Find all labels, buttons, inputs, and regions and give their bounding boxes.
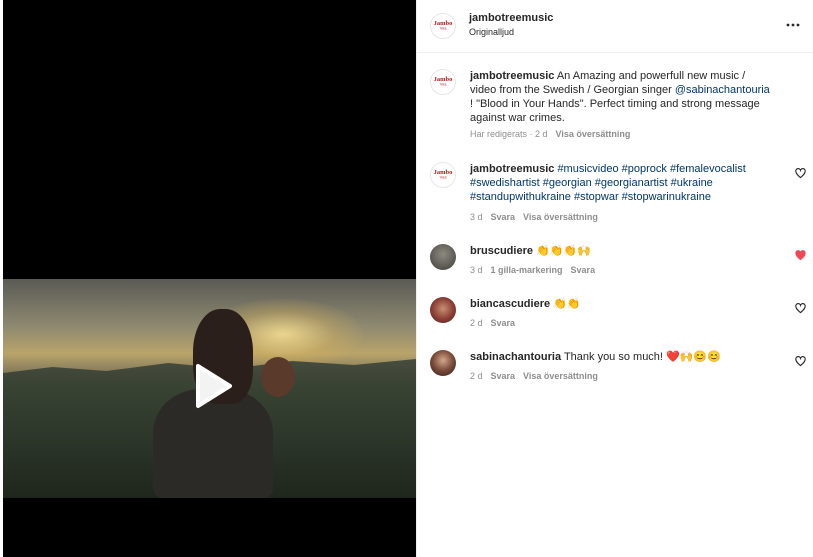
play-icon xyxy=(196,364,232,408)
reply-button[interactable]: Svara xyxy=(491,212,516,222)
caption-meta: Har redigerats · 2 d Visa översättning xyxy=(470,129,630,139)
comment-meta: 2 d Svara Visa översättning xyxy=(470,371,598,381)
mention-link[interactable]: @sabinachantouria xyxy=(675,84,770,96)
original-audio-link[interactable]: Originalljud xyxy=(469,27,514,37)
comment-username[interactable]: sabinachantouria xyxy=(470,351,561,363)
heart-icon xyxy=(795,356,806,367)
avatar[interactable] xyxy=(430,350,456,376)
hashtag-link[interactable]: #stopwarinukraine xyxy=(622,191,711,203)
like-button[interactable] xyxy=(795,250,806,261)
avatar[interactable] xyxy=(430,297,456,323)
svg-text:TREE: TREE xyxy=(439,176,447,180)
heart-icon xyxy=(795,168,806,179)
comment-body: Thank you so much! ❤️🙌😊😊 xyxy=(563,351,721,363)
comment-meta: 3 d 1 gilla-markering Svara xyxy=(470,265,595,275)
like-button[interactable] xyxy=(795,303,806,314)
translate-button[interactable]: Visa översättning xyxy=(556,129,631,139)
more-options-button[interactable] xyxy=(785,18,801,32)
comment-text: biancascudiere 👏👏 xyxy=(470,297,770,311)
comment-username[interactable]: bruscudiere xyxy=(470,245,533,257)
svg-text:Jambo: Jambo xyxy=(434,169,453,176)
comment-text: bruscudiere 👏👏👏🙌 xyxy=(470,244,770,258)
jambotree-logo-icon: Jambo TREE xyxy=(431,70,455,94)
avatar[interactable]: Jambo TREE xyxy=(430,13,456,39)
comment-body: 👏👏👏🙌 xyxy=(536,245,591,257)
comment-username[interactable]: biancascudiere xyxy=(470,298,550,310)
comment-text: jambotreemusic #musicvideo #poprock #fem… xyxy=(470,162,770,204)
jambotree-logo-icon: Jambo TREE xyxy=(431,14,455,38)
edited-timestamp: Har redigerats · 2 d xyxy=(470,129,548,139)
reply-button[interactable]: Svara xyxy=(571,265,596,275)
hashtag-link[interactable]: #poprock xyxy=(622,163,667,175)
hashtag-link[interactable]: #standupwithukraine xyxy=(470,191,571,203)
likes-count-link[interactable]: 1 gilla-markering xyxy=(491,265,563,275)
svg-text:TREE: TREE xyxy=(439,27,447,31)
svg-text:TREE: TREE xyxy=(439,83,447,87)
comment-age: 2 d xyxy=(470,371,483,381)
hashtag-link[interactable]: #georgianartist xyxy=(595,177,668,189)
comment-age: 3 d xyxy=(470,212,483,222)
caption-text-part2: ! "Blood in Your Hands". Perfect timing … xyxy=(470,98,760,124)
comment-age: 2 d xyxy=(470,318,483,328)
svg-text:Jambo: Jambo xyxy=(434,76,453,83)
avatar[interactable]: Jambo TREE xyxy=(430,69,456,95)
heart-icon xyxy=(795,303,806,314)
comment-age: 3 d xyxy=(470,265,483,275)
translate-button[interactable]: Visa översättning xyxy=(523,212,598,222)
hashtag-link[interactable]: #femalevocalist xyxy=(670,163,746,175)
play-button[interactable] xyxy=(184,360,236,412)
hashtag-link[interactable]: #musicvideo xyxy=(557,163,618,175)
woman-figure-hand xyxy=(261,357,295,397)
reply-button[interactable]: Svara xyxy=(491,371,516,381)
more-options-icon xyxy=(786,23,800,27)
comment-text: sabinachantouria Thank you so much! ❤️🙌😊… xyxy=(470,350,770,364)
hashtag-link[interactable]: #georgian xyxy=(543,177,592,189)
like-button[interactable] xyxy=(795,356,806,367)
comment-username[interactable]: jambotreemusic xyxy=(470,163,554,175)
reply-button[interactable]: Svara xyxy=(491,318,516,328)
caption-username[interactable]: jambotreemusic xyxy=(470,70,554,82)
hashtag-link[interactable]: #stopwar xyxy=(574,191,619,203)
caption-text: jambotreemusic An Amazing and powerfull … xyxy=(470,69,770,125)
comment-body: 👏👏 xyxy=(553,298,581,310)
translate-button[interactable]: Visa översättning xyxy=(523,371,598,381)
video-player[interactable] xyxy=(3,0,416,557)
like-button[interactable] xyxy=(795,168,806,179)
jambotree-logo-icon: Jambo TREE xyxy=(431,163,455,187)
avatar[interactable] xyxy=(430,244,456,270)
avatar[interactable]: Jambo TREE xyxy=(430,162,456,188)
post-author-username[interactable]: jambotreemusic xyxy=(469,12,553,24)
hashtag-link[interactable]: #ukraine xyxy=(671,177,713,189)
comment-meta: 2 d Svara xyxy=(470,318,515,328)
comment-meta: 3 d Svara Visa översättning xyxy=(470,212,598,222)
post-side-panel: Jambo TREE jambotreemusic Originalljud J… xyxy=(416,0,813,557)
post-header: Jambo TREE jambotreemusic Originalljud xyxy=(417,0,813,53)
hashtag-link[interactable]: #swedishartist xyxy=(470,177,540,189)
svg-text:Jambo: Jambo xyxy=(434,20,453,27)
heart-filled-icon xyxy=(795,250,806,261)
